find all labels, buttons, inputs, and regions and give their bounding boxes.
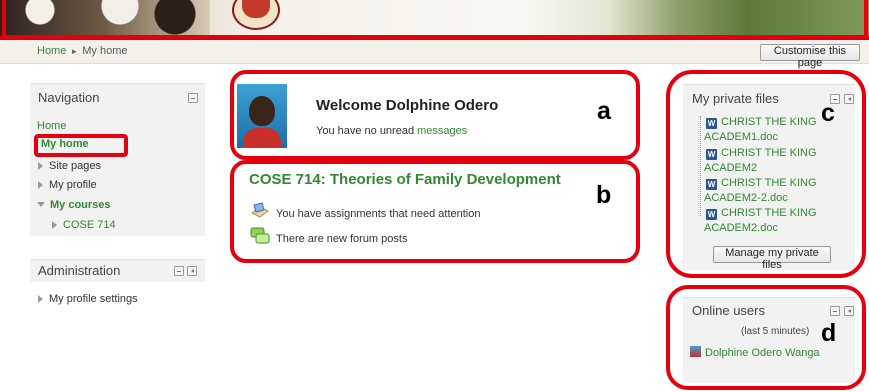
admin-profile-settings[interactable]: My profile settings — [38, 293, 138, 305]
dock-block-icon[interactable] — [187, 266, 197, 276]
breadcrumb-separator: ► — [70, 47, 79, 56]
nav-course-link[interactable]: COSE 714 — [52, 219, 116, 231]
administration-block-title: Administration — [38, 263, 121, 278]
nav-site-pages[interactable]: Site pages — [38, 160, 101, 172]
breadcrumb-home-link[interactable]: Home — [37, 45, 66, 57]
collapse-arrow-icon — [37, 202, 45, 207]
nav-my-courses-label: My courses — [50, 199, 111, 211]
annotation-b-frame — [230, 160, 640, 263]
annotation-label-a: a — [597, 97, 611, 125]
annotation-label-b: b — [596, 181, 612, 209]
collapse-block-icon[interactable] — [188, 93, 198, 103]
annotation-a-frame — [230, 70, 640, 160]
annotation-header-frame — [2, 0, 868, 39]
customise-page-button[interactable]: Customise this page — [760, 44, 860, 69]
nav-my-courses[interactable]: My courses — [37, 199, 111, 211]
breadcrumb-current: My home — [82, 45, 128, 57]
expand-arrow-icon — [38, 162, 43, 170]
annotation-my-home-frame — [34, 134, 128, 157]
nav-site-pages-label: Site pages — [49, 160, 101, 172]
expand-arrow-icon — [52, 221, 57, 229]
nav-my-profile[interactable]: My profile — [38, 179, 97, 191]
collapse-block-icon[interactable] — [174, 266, 184, 276]
navigation-block-title: Navigation — [38, 90, 100, 105]
admin-profile-settings-label: My profile settings — [49, 293, 138, 305]
annotation-c-frame — [666, 70, 866, 278]
annotation-label-c: c — [821, 99, 835, 127]
expand-arrow-icon — [38, 181, 43, 189]
nav-my-profile-label: My profile — [49, 179, 97, 191]
breadcrumb-bar — [0, 40, 869, 64]
breadcrumb: Home ► My home — [37, 45, 128, 57]
annotation-label-d: d — [821, 319, 837, 347]
nav-home-link[interactable]: Home — [37, 120, 66, 132]
nav-course-label: COSE 714 — [63, 219, 116, 231]
expand-arrow-icon — [38, 295, 43, 303]
